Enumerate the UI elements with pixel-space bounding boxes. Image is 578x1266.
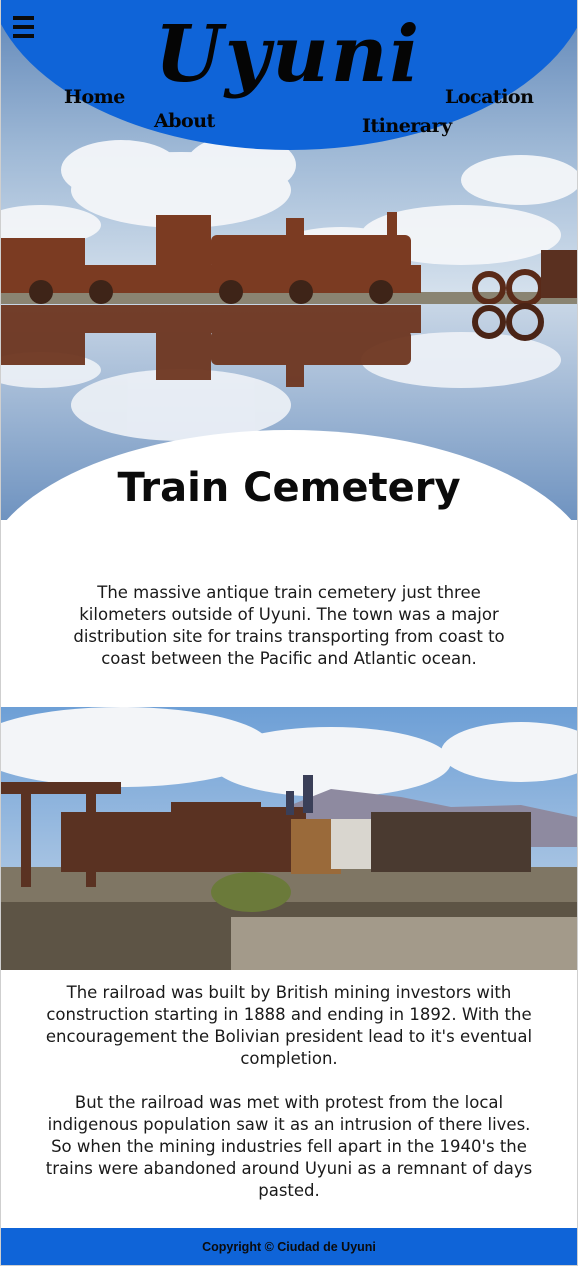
intro-paragraph: The massive antique train cemetery just …	[73, 583, 505, 668]
page-title: Train Cemetery	[117, 465, 461, 511]
train-yard-photo	[1, 707, 577, 970]
nav-link-home[interactable]: Home	[64, 86, 125, 108]
history-paragraph-1: The railroad was built by British mining…	[45, 983, 533, 1068]
nav-link-location[interactable]: Location	[445, 86, 534, 108]
history-paragraph-2: But the railroad was met with protest fr…	[45, 1093, 533, 1200]
copyright-text: Copyright © Ciudad de Uyuni	[202, 1239, 376, 1254]
site-logo[interactable]: Uyuni	[0, 16, 576, 94]
site-footer: Copyright © Ciudad de Uyuni	[1, 1228, 577, 1265]
nav-link-about[interactable]: About	[154, 110, 215, 132]
nav-link-itinerary[interactable]: Itinerary	[362, 115, 452, 137]
